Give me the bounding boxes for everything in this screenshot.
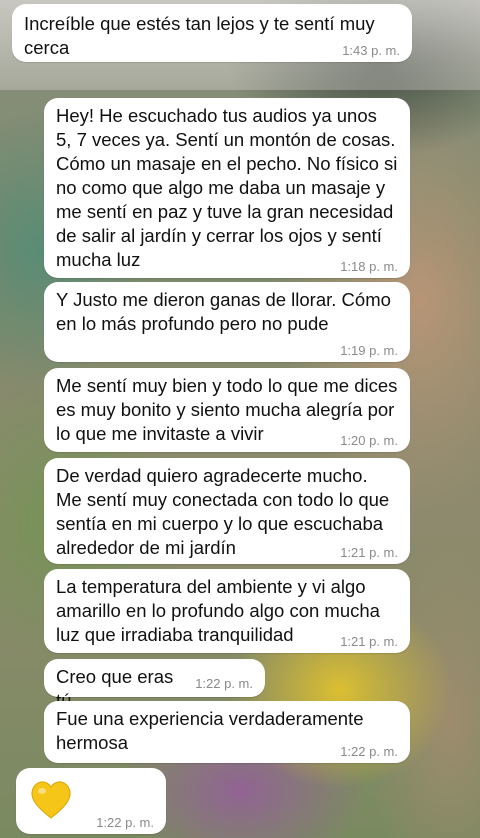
message-bubble[interactable]: De verdad quiero agradecerte mucho. Me s… (44, 458, 410, 564)
message-bubble[interactable]: Hey! He escuchado tus audios ya unos 5, … (44, 98, 410, 278)
message-time: 1:43 p. m. (342, 43, 400, 58)
message-text: Hey! He escuchado tus audios ya unos 5, … (56, 105, 398, 270)
message-bubble[interactable]: Y Justo me dieron ganas de llorar. Cómo … (44, 282, 410, 362)
message-time: 1:18 p. m. (340, 259, 398, 274)
message-bubble[interactable]: Fue una experiencia verdaderamente hermo… (44, 701, 410, 763)
heart-shape (31, 781, 71, 819)
heart-highlight (38, 788, 46, 794)
message-time: 1:20 p. m. (340, 433, 398, 448)
message-bubble[interactable]: La temperatura del ambiente y vi algo am… (44, 569, 410, 653)
message-time: 1:19 p. m. (340, 343, 398, 358)
message-text: Y Justo me dieron ganas de llorar. Cómo … (56, 289, 391, 334)
message-bubble[interactable]: Creo que eras tú 1:22 p. m. (44, 659, 265, 711)
message-time: 1:22 p. m. (195, 676, 253, 691)
message-time: 1:22 p. m. (96, 815, 154, 830)
message-time: 1:21 p. m. (340, 634, 398, 649)
yellow-heart-icon (31, 781, 71, 819)
message-time: 1:22 p. m. (340, 744, 398, 759)
message-bubble[interactable]: Me sentí muy bien y todo lo que me dices… (44, 368, 410, 452)
message-bubble[interactable]: Increíble que estés tan lejos y te sentí… (12, 4, 412, 62)
message-time: 1:21 p. m. (340, 545, 398, 560)
